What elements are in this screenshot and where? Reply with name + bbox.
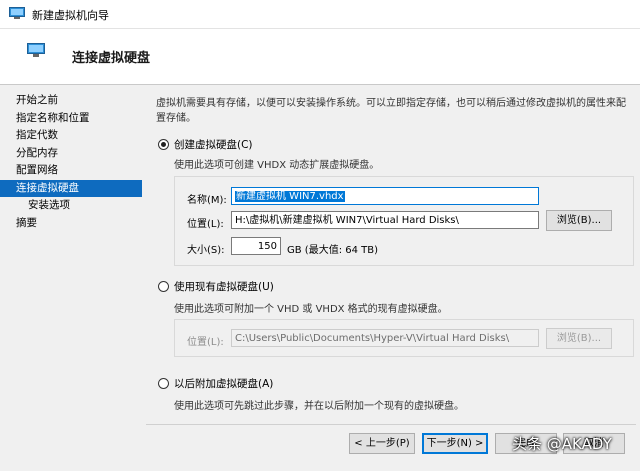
window-title: 新建虚拟机向导 — [32, 9, 109, 22]
size-unit-label: GB (最大值: 64 TB) — [287, 245, 379, 256]
virtual-machine-icon — [9, 7, 25, 19]
radio-button[interactable] — [158, 281, 169, 292]
disk-size-input[interactable]: 150 — [231, 237, 281, 255]
nav-item-before-you-begin[interactable]: 开始之前 — [0, 92, 142, 110]
nav-item-connect-disk[interactable]: 连接虚拟硬盘 — [0, 179, 142, 197]
disk-location-input[interactable]: H:\虚拟机\新建虚拟机 WIN7\Virtual Hard Disks\ — [231, 211, 539, 229]
create-disk-group: 名称(M): 新建虚拟机 WIN7.vhdx 位置(L): H:\虚拟机\新建虚… — [174, 176, 634, 266]
create-disk-description: 使用此选项可创建 VHDX 动态扩展虚拟硬盘。 — [174, 160, 380, 171]
radio-existing-disk[interactable]: 使用现有虚拟硬盘(U) — [158, 279, 274, 294]
footer-divider — [146, 424, 636, 425]
radio-button[interactable] — [158, 378, 169, 389]
existing-location-label: 位置(L): — [187, 337, 224, 348]
page-title: 连接虚拟硬盘 — [72, 51, 151, 66]
nav-item-memory[interactable]: 分配内存 — [0, 145, 142, 163]
existing-browse-button[interactable]: 浏览(B)... — [546, 328, 612, 349]
radio-existing-label: 使用现有虚拟硬盘(U) — [174, 281, 274, 293]
wizard-header: 连接虚拟硬盘 — [0, 29, 640, 85]
attach-later-description: 使用此选项可先跳过此步骤，并在以后附加一个现有的虚拟硬盘。 — [174, 401, 464, 412]
existing-disk-group: 位置(L): C:\Users\Public\Documents\Hyper-V… — [174, 319, 634, 357]
watermark: 头条 @AKADY — [512, 435, 612, 453]
wizard-steps-nav: 开始之前 指定名称和位置 指定代数 分配内存 配置网络 连接虚拟硬盘 安装选项 … — [0, 92, 142, 232]
next-button[interactable]: 下一步(N) > — [422, 433, 488, 454]
nav-item-generation[interactable]: 指定代数 — [0, 127, 142, 145]
size-label: 大小(S): — [187, 245, 225, 256]
browse-button[interactable]: 浏览(B)... — [546, 210, 612, 231]
existing-location-input[interactable]: C:\Users\Public\Documents\Hyper-V\Virtua… — [231, 329, 539, 347]
previous-button[interactable]: < 上一步(P) — [349, 433, 415, 454]
radio-create-disk[interactable]: 创建虚拟硬盘(C) — [158, 137, 253, 152]
radio-attach-later[interactable]: 以后附加虚拟硬盘(A) — [158, 376, 273, 391]
virtual-machine-icon — [27, 43, 45, 57]
title-bar: 新建虚拟机向导 — [0, 0, 640, 29]
location-label: 位置(L): — [187, 219, 224, 230]
radio-button[interactable] — [158, 139, 169, 150]
nav-item-network[interactable]: 配置网络 — [0, 162, 142, 180]
nav-item-install-options[interactable]: 安装选项 — [0, 197, 142, 215]
page-description: 虚拟机需要具有存储，以便可以安装操作系统。可以立即指定存储，也可以稍后通过修改虚… — [156, 98, 626, 124]
main-content: 虚拟机需要具有存储，以便可以安装操作系统。可以立即指定存储，也可以稍后通过修改虚… — [146, 92, 636, 422]
existing-disk-description: 使用此选项可附加一个 VHD 或 VHDX 格式的现有虚拟硬盘。 — [174, 304, 448, 315]
radio-create-label: 创建虚拟硬盘(C) — [174, 139, 253, 151]
name-label: 名称(M): — [187, 195, 227, 206]
nav-item-name-location[interactable]: 指定名称和位置 — [0, 110, 142, 128]
nav-item-summary[interactable]: 摘要 — [0, 215, 142, 233]
disk-name-input[interactable]: 新建虚拟机 WIN7.vhdx — [231, 187, 539, 205]
radio-later-label: 以后附加虚拟硬盘(A) — [174, 378, 274, 390]
